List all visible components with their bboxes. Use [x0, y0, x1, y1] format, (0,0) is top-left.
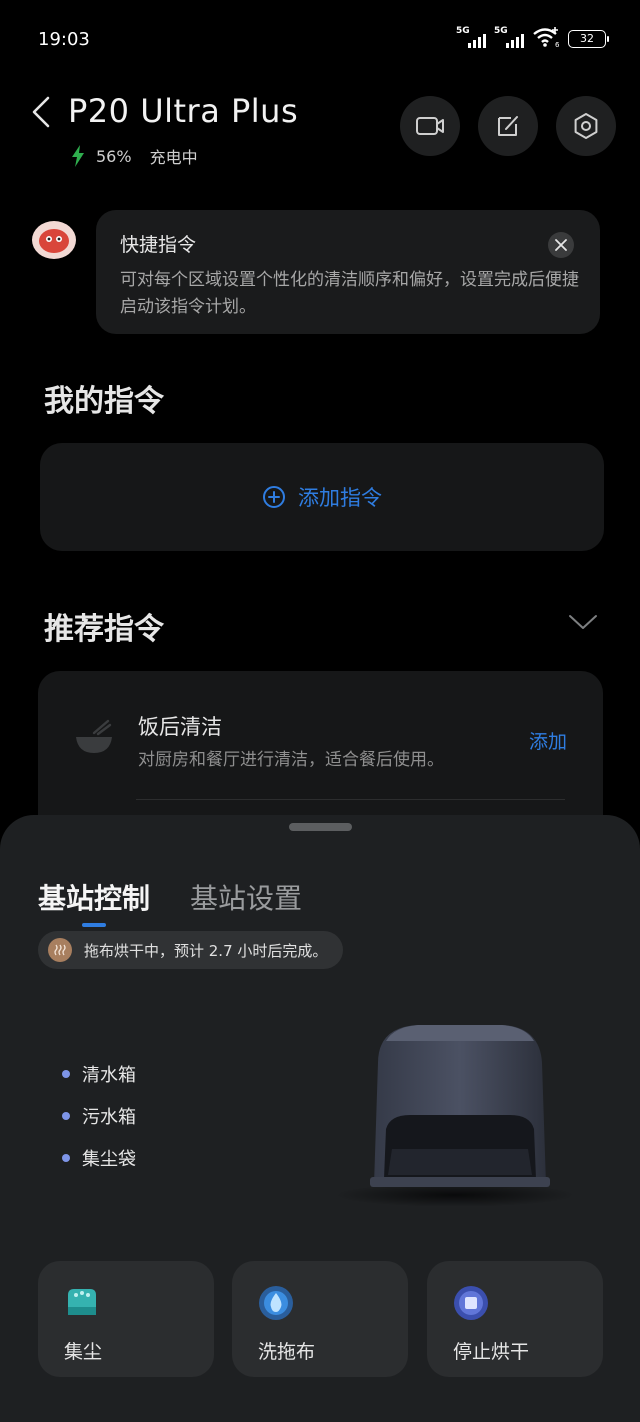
add-circle-icon: [263, 486, 285, 508]
charging-text: 充电中: [149, 148, 198, 167]
list-item: 污水箱: [62, 1095, 136, 1137]
recommended-item-title: 饭后清洁: [138, 715, 222, 739]
heat-waves-icon: [48, 938, 72, 962]
tip-close-button[interactable]: [548, 232, 574, 258]
tip-body: 可对每个区域设置个性化的清洁顺序和偏好，设置完成后便捷启动该指令计划。: [120, 270, 579, 317]
settings-button[interactable]: [556, 96, 616, 156]
video-camera-icon: [416, 117, 444, 135]
device-battery-status: 56% 充电中: [70, 144, 198, 168]
wifi-badge: 6: [555, 41, 560, 48]
battery-percent: 56%: [96, 146, 132, 166]
quick-command-tip: 快捷指令 可对每个区域设置个性化的清洁顺序和偏好，设置完成后便捷启动该指令计划。: [96, 210, 600, 334]
tab-station-control[interactable]: 基站控制: [38, 877, 150, 917]
chevron-down-icon[interactable]: [568, 613, 598, 631]
sheet-drag-handle[interactable]: [289, 823, 352, 831]
close-icon: [555, 239, 567, 251]
bowl-chopsticks-icon: [76, 719, 112, 753]
wifi-icon: 6: [533, 27, 560, 48]
tab-indicator: [82, 923, 106, 927]
dust-box-icon: [68, 1289, 96, 1315]
recommended-item-desc: 对厨房和餐厅进行清洁，适合餐后使用。: [138, 750, 444, 770]
add-command-button[interactable]: 添加指令: [40, 443, 604, 551]
wash-mop-button[interactable]: 洗拖布: [232, 1261, 408, 1377]
device-header: P20 Ultra Plus 56% 充电中: [0, 88, 640, 198]
water-drop-icon: [259, 1286, 293, 1320]
map-button[interactable]: [478, 96, 538, 156]
cellular-signal-icon: 5G: [456, 26, 486, 48]
base-station-image: [335, 1025, 575, 1207]
video-camera-button[interactable]: [400, 96, 460, 156]
recommended-add-button[interactable]: 添加: [529, 727, 567, 754]
wash-mop-label: 洗拖布: [258, 1341, 316, 1363]
settings-hexagon-icon: [574, 113, 598, 139]
charging-bolt-icon: [72, 145, 84, 167]
status-icons: 5G 5G 6 32: [456, 26, 609, 48]
back-arrow-icon[interactable]: [30, 94, 52, 130]
my-commands-title: 我的指令: [44, 384, 164, 419]
divider: [136, 799, 565, 800]
dust-bag-label: 集尘袋: [82, 1149, 136, 1170]
stop-drying-button[interactable]: 停止烘干: [427, 1261, 603, 1377]
tab-station-settings[interactable]: 基站设置: [190, 877, 302, 917]
list-item: 清水箱: [62, 1053, 136, 1095]
stop-icon: [454, 1286, 488, 1320]
recommended-title: 推荐指令: [44, 612, 164, 647]
base-station-sheet: 基站控制 基站设置 拖布烘干中，预计 2.7 小时后完成。 清水箱 污水箱 集尘…: [0, 815, 640, 1422]
stop-drying-label: 停止烘干: [453, 1341, 530, 1363]
mascot-avatar-icon: [32, 221, 76, 259]
dirty-tank-label: 污水箱: [82, 1107, 136, 1128]
drying-status-text: 拖布烘干中，预计 2.7 小时后完成。: [84, 941, 328, 960]
collect-dust-button[interactable]: 集尘: [38, 1261, 214, 1377]
map-edit-icon: [498, 116, 518, 136]
station-parts-list: 清水箱 污水箱 集尘袋: [62, 1053, 136, 1179]
status-time: 19:03: [38, 29, 90, 50]
tip-title: 快捷指令: [120, 234, 197, 256]
clean-tank-label: 清水箱: [82, 1065, 136, 1086]
cellular-signal-icon: 5G: [494, 26, 524, 48]
add-command-label: 添加指令: [298, 486, 382, 510]
drying-status-pill: 拖布烘干中，预计 2.7 小时后完成。: [38, 931, 344, 969]
device-title: P20 Ultra Plus: [68, 92, 299, 130]
battery-icon: 32: [568, 30, 609, 48]
list-item: 集尘袋: [62, 1137, 136, 1179]
status-bar: 19:03 5G 5G 6 32: [0, 0, 640, 80]
collect-dust-label: 集尘: [64, 1341, 103, 1363]
